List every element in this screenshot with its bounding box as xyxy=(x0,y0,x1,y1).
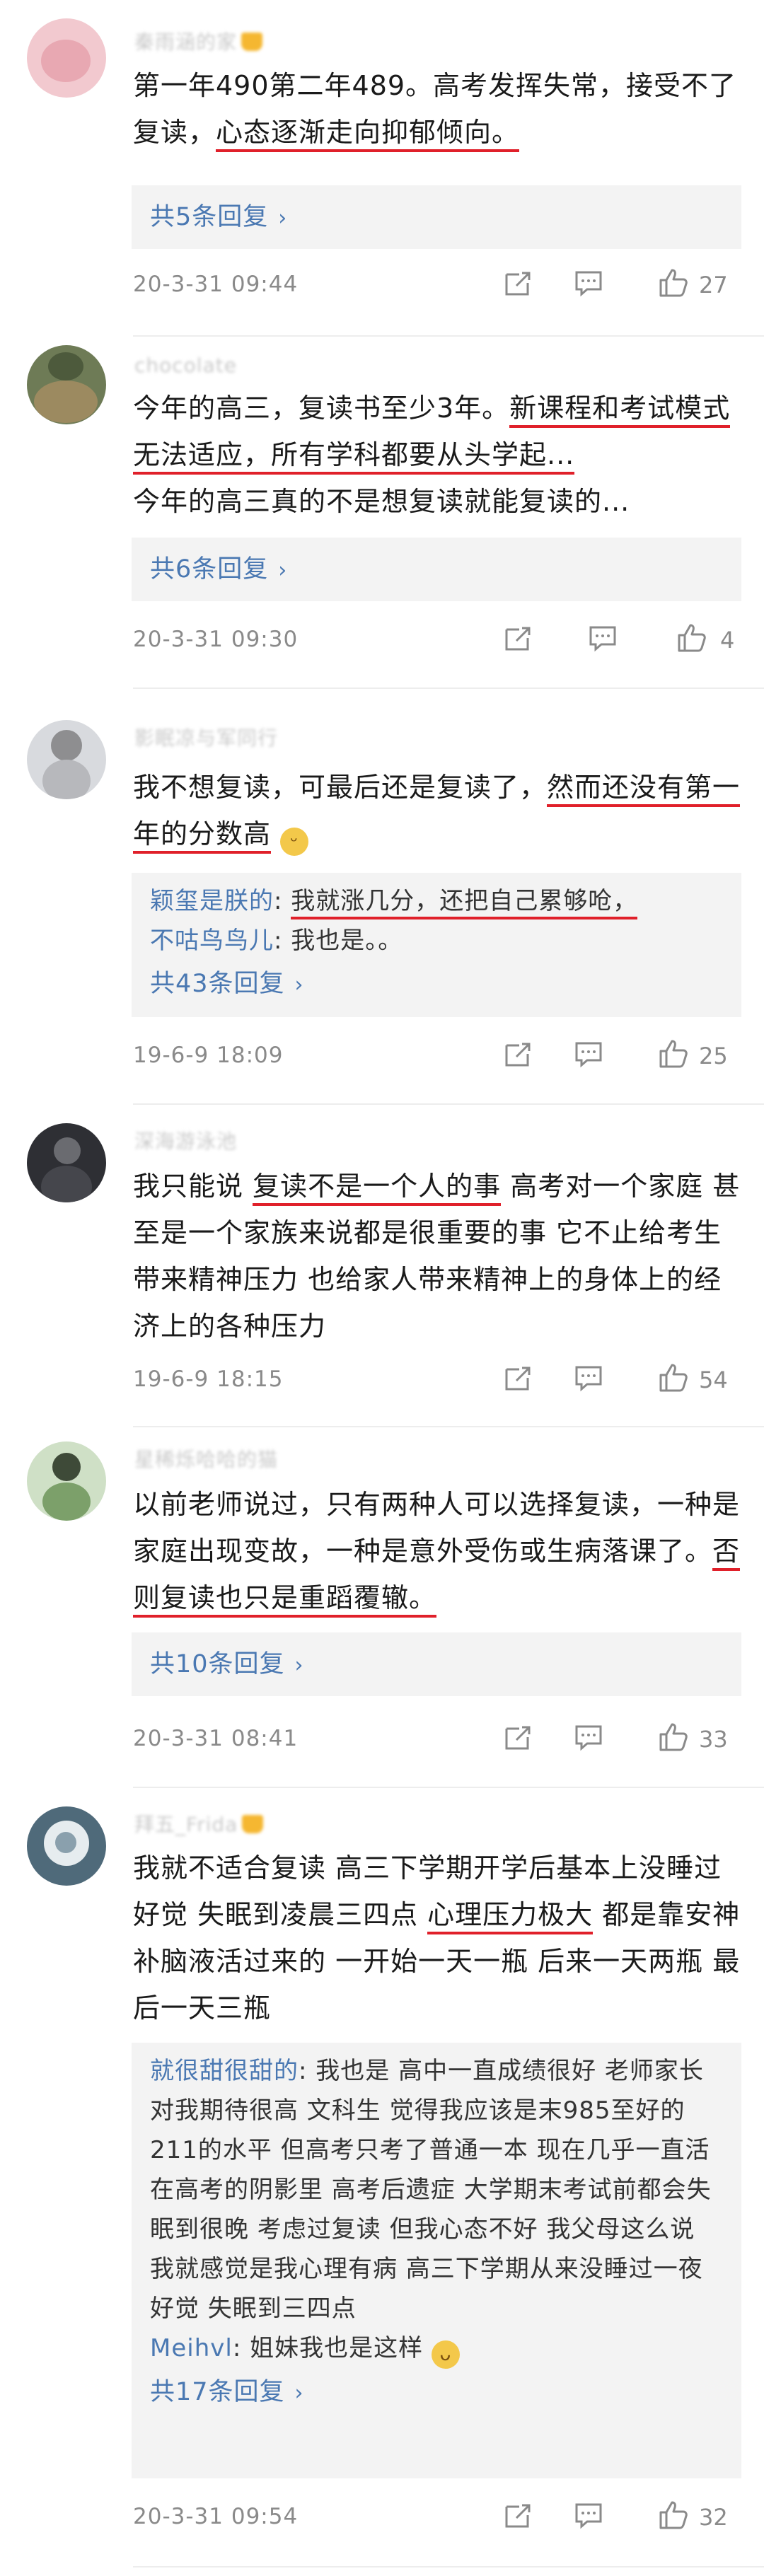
username[interactable]: 拜五_Frida xyxy=(134,1809,264,1838)
like-icon[interactable] xyxy=(658,1038,689,1069)
timestamp: 20-3-31 09:54 xyxy=(133,2504,299,2529)
more-replies-link[interactable]: 共43条回复 › xyxy=(150,961,723,1009)
reply-item: 就很甜很甜的: 我也是 高中一直成绩很好 老师家长对我期待很高 文科生 觉得我应… xyxy=(150,2057,712,2323)
timestamp: 19-6-9 18:09 xyxy=(133,1043,284,1068)
comment-meta: 19-6-9 18:09 25 xyxy=(133,1034,736,1077)
divider xyxy=(133,1103,764,1105)
share-icon[interactable] xyxy=(502,1362,533,1393)
share-icon[interactable] xyxy=(502,1722,533,1753)
like-count: 54 xyxy=(699,1367,728,1393)
comment-icon[interactable] xyxy=(573,267,604,298)
timestamp: 20-3-31 09:44 xyxy=(133,272,299,297)
vip-crown-icon xyxy=(242,1815,264,1833)
avatar[interactable] xyxy=(27,1123,106,1202)
timestamp: 20-3-31 08:41 xyxy=(133,1726,299,1751)
comment-icon[interactable] xyxy=(573,1722,604,1753)
comment-meta: 20-3-31 09:54 32 xyxy=(133,2495,736,2538)
comment-text: 第一年490第二年489。高考发挥失常，接受不了复读，心态逐渐走向抑郁倾向。 xyxy=(133,62,741,156)
more-replies-link[interactable]: 共17条回复 › xyxy=(150,2369,723,2417)
avatar[interactable] xyxy=(27,345,106,424)
like-icon[interactable] xyxy=(676,622,707,654)
comment-meta: 20-3-31 09:44 27 xyxy=(133,263,736,306)
avatar[interactable] xyxy=(27,720,106,799)
reply-box: 共6条回复 › xyxy=(132,538,741,601)
comment-meta: 19-6-9 18:15 54 xyxy=(133,1358,736,1400)
more-replies-link[interactable]: 共5条回复 › xyxy=(150,194,723,242)
reply-box: 颖玺是朕的: 我就涨几分，还把自己累够呛， 不咕鸟鸟儿: 我也是。。 共43条回… xyxy=(132,873,741,1017)
username[interactable]: 影眠凉与军同行 xyxy=(134,723,278,751)
like-count: 25 xyxy=(699,1043,728,1069)
reply-username[interactable]: 不咕鸟鸟儿 xyxy=(150,927,274,955)
comment-text: 我不想复读，可最后还是复读了，然而还没有第一年的分数高 ᵕ xyxy=(133,764,741,857)
username[interactable]: 秦雨涵的家 xyxy=(134,27,263,55)
share-icon[interactable] xyxy=(502,622,533,654)
comment-icon[interactable] xyxy=(573,1362,604,1393)
reply-item: Meihvl: 姐妹我也是这样 ᴗ xyxy=(150,2328,723,2369)
chevron-right-icon: › xyxy=(278,558,288,583)
comment-icon[interactable] xyxy=(573,1038,604,1069)
reply-username[interactable]: 颖玺是朕的 xyxy=(150,887,274,915)
like-icon[interactable] xyxy=(658,1722,689,1753)
like-count: 32 xyxy=(699,2504,728,2531)
divider xyxy=(133,335,764,337)
share-icon[interactable] xyxy=(502,267,533,298)
like-count: 27 xyxy=(699,272,728,298)
reply-username[interactable]: 就很甜很甜的 xyxy=(150,2057,299,2085)
smiling-emoji-icon: ᵕ xyxy=(280,828,309,856)
avatar[interactable] xyxy=(27,1806,106,1886)
chevron-right-icon: › xyxy=(278,206,288,231)
username[interactable]: 深海游泳池 xyxy=(134,1126,237,1154)
reply-item: 颖玺是朕的: 我就涨几分，还把自己累够呛， xyxy=(150,881,723,921)
timestamp: 20-3-31 09:30 xyxy=(133,627,299,652)
like-icon[interactable] xyxy=(658,267,689,298)
avatar[interactable] xyxy=(27,18,106,98)
reply-box: 就很甜很甜的: 我也是 高中一直成绩很好 老师家长对我期待很高 文科生 觉得我应… xyxy=(132,2043,741,2478)
comment-icon[interactable] xyxy=(573,2500,604,2531)
reply-box: 共10条回复 › xyxy=(132,1632,741,1696)
more-replies-link[interactable]: 共10条回复 › xyxy=(150,1641,723,1689)
comment-text: 今年的高三，复读书至少3年。新课程和考试模式无法适应，所有学科都要从头学起...… xyxy=(133,393,731,517)
reply-item: 不咕鸟鸟儿: 我也是。。 xyxy=(150,927,403,955)
comment-meta: 20-3-31 09:30 4 xyxy=(133,618,736,661)
username[interactable]: chocolate xyxy=(134,354,237,377)
like-count: 4 xyxy=(720,627,735,654)
more-replies-link[interactable]: 共6条回复 › xyxy=(150,546,723,594)
divider xyxy=(133,2566,764,2568)
comment-meta: 20-3-31 08:41 33 xyxy=(133,1717,736,1760)
share-icon[interactable] xyxy=(502,2500,533,2531)
comment-text: 我就不适合复读 高三下学期开学后基本上没睡过好觉 失眠到凌晨三四点 心理压力极大… xyxy=(133,1852,741,2024)
comment-icon[interactable] xyxy=(587,622,618,654)
reply-box: 共5条回复 › xyxy=(132,185,741,249)
divider xyxy=(133,1426,764,1427)
comment-text: 以前老师说过，只有两种人可以选择复读，一种是家庭出现变故，一种是意外受伤或生病落… xyxy=(133,1481,741,1621)
timestamp: 19-6-9 18:15 xyxy=(133,1367,284,1392)
vip-crown-icon xyxy=(241,33,263,51)
reply-username[interactable]: Meihvl xyxy=(150,2334,233,2362)
comment-text: 我只能说 复读不是一个人的事 高考对一个家庭 甚至是一个家族来说都是很重要的事 … xyxy=(133,1171,741,1342)
chevron-right-icon: › xyxy=(294,2381,304,2406)
divider xyxy=(133,687,764,689)
chevron-right-icon: › xyxy=(294,973,304,997)
crying-emoji-icon: ᴗ xyxy=(431,2340,460,2369)
share-icon[interactable] xyxy=(502,1038,533,1069)
like-icon[interactable] xyxy=(658,2500,689,2531)
like-icon[interactable] xyxy=(658,1362,689,1393)
divider xyxy=(133,1787,764,1788)
like-count: 33 xyxy=(699,1726,728,1753)
username[interactable]: 星稀烁哈哈的猫 xyxy=(134,1444,278,1473)
chevron-right-icon: › xyxy=(294,1653,304,1678)
avatar[interactable] xyxy=(27,1441,106,1521)
